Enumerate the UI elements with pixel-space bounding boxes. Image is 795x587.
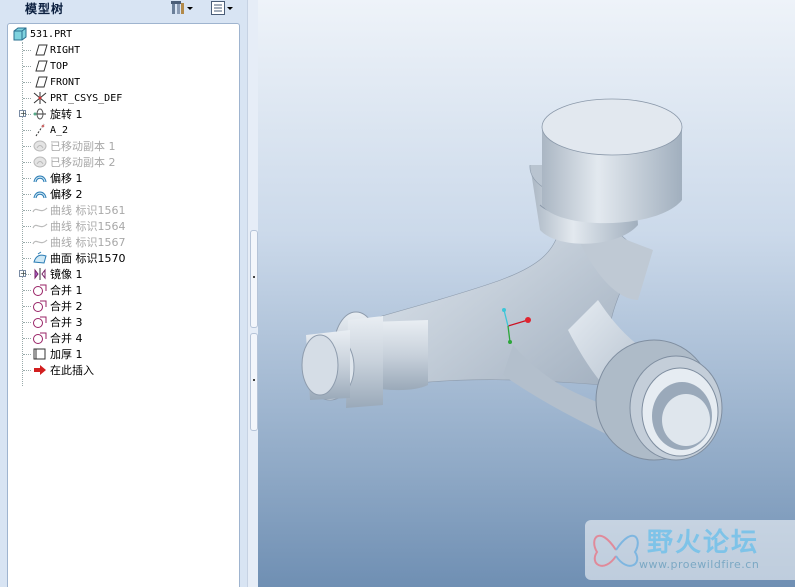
tree-connector (23, 338, 31, 339)
tree-item-label: 曲线 标识1567 (50, 236, 126, 249)
tree-item-label: 偏移 1 (50, 172, 83, 185)
tree-item-label: TOP (50, 60, 69, 72)
offset-icon (33, 191, 47, 199)
datum-plane-icon (35, 60, 48, 72)
tree-connector (23, 354, 31, 355)
tree-item-label: 合并 1 (50, 284, 83, 297)
tree-item-label: 旋转 1 (50, 108, 83, 121)
tree-settings-button[interactable] (170, 0, 194, 16)
tree-connector (23, 370, 31, 371)
curve-icon (32, 239, 48, 245)
coordinate-system-icon (33, 92, 47, 104)
graphics-viewport[interactable]: 野火论坛 www.proewildfire.cn (258, 0, 795, 587)
tree-connector (23, 210, 31, 211)
datum-plane-icon (35, 44, 48, 56)
tree-connector (23, 146, 31, 147)
insert-here-arrow-icon (34, 365, 46, 375)
offset-icon (33, 175, 47, 183)
merge-icon (33, 300, 47, 312)
model-tree-panel: 模型树 531.PRT RIGHT TOP FRONT PRT_CSYS_DEF… (0, 0, 247, 587)
tree-connector (23, 82, 31, 83)
tree-item-label: 曲线 标识1564 (50, 220, 126, 233)
watermark-url: www.proewildfire.cn (639, 558, 760, 571)
expand-toggle[interactable]: + (19, 110, 27, 118)
surface-icon (33, 251, 47, 264)
tree-item-label: 已移动副本 2 (50, 156, 116, 169)
tree-item-label: 合并 4 (50, 332, 83, 345)
tree-connector (23, 258, 31, 259)
top-boss (529, 98, 683, 244)
right-flange (595, 339, 723, 461)
tree-guide-line (22, 42, 23, 386)
merge-icon (33, 284, 47, 296)
tree-item-label: 曲线 标识1561 (50, 204, 126, 217)
tree-connector (23, 50, 31, 51)
tree-connector (23, 98, 31, 99)
tree-item-label: 加厚 1 (50, 348, 83, 361)
tree-item-label: 合并 2 (50, 300, 83, 313)
tree-item-label: PRT_CSYS_DEF (50, 92, 123, 104)
merge-icon (33, 332, 47, 344)
tree-connector (23, 322, 31, 323)
mirror-icon (34, 268, 46, 280)
tree-connector (23, 226, 31, 227)
model-tree: 531.PRT RIGHT TOP FRONT PRT_CSYS_DEF + 旋转 1 A_… (7, 23, 240, 587)
tree-connector (23, 178, 31, 179)
show-menu-button[interactable] (210, 0, 234, 16)
tree-connector (23, 130, 31, 131)
tree-item-label: 偏移 2 (50, 188, 83, 201)
tree-item-label: RIGHT (50, 44, 81, 56)
thicken-icon (33, 348, 46, 360)
moved-copy-icon (33, 140, 47, 152)
tree-connector (23, 290, 31, 291)
tree-connector (23, 306, 31, 307)
part-model (301, 98, 723, 461)
tree-connector (23, 242, 31, 243)
curve-icon (32, 207, 48, 213)
list-icon (211, 1, 225, 15)
merge-icon (33, 316, 47, 328)
splitter-grip-top[interactable] (250, 230, 258, 328)
tree-connector (23, 194, 31, 195)
tree-item-label: FRONT (50, 76, 81, 88)
tree-item-label: 镜像 1 (50, 268, 83, 281)
revolve-icon (33, 108, 46, 120)
curve-icon (32, 223, 48, 229)
tree-item-label: 合并 3 (50, 316, 83, 329)
tree-connector (23, 162, 31, 163)
butterfly-logo-icon (593, 534, 639, 567)
tree-item-label: 在此插入 (50, 364, 94, 377)
model-tree-header: 模型树 (0, 0, 247, 22)
panel-splitter[interactable] (247, 0, 258, 587)
datum-axis-icon (35, 123, 45, 137)
tree-item-label: 已移动副本 1 (50, 140, 116, 153)
forum-watermark: 野火论坛 www.proewildfire.cn (585, 520, 795, 580)
tree-item-label: 曲面 标识1570 (50, 252, 126, 265)
panel-title: 模型树 (25, 2, 65, 16)
tree-root-label: 531.PRT (30, 28, 73, 40)
splitter-grip-bottom[interactable] (250, 333, 258, 431)
tools-icon (171, 1, 184, 14)
watermark-title: 野火论坛 (647, 528, 760, 558)
tree-item-label: A_2 (50, 124, 69, 136)
moved-copy-icon (33, 156, 47, 168)
chevron-down-icon (187, 7, 193, 10)
left-boss (301, 311, 428, 408)
chevron-down-icon (227, 7, 233, 10)
part-icon (13, 27, 27, 41)
datum-plane-icon (35, 76, 48, 88)
expand-toggle[interactable]: + (19, 270, 27, 278)
tree-connector (23, 66, 31, 67)
